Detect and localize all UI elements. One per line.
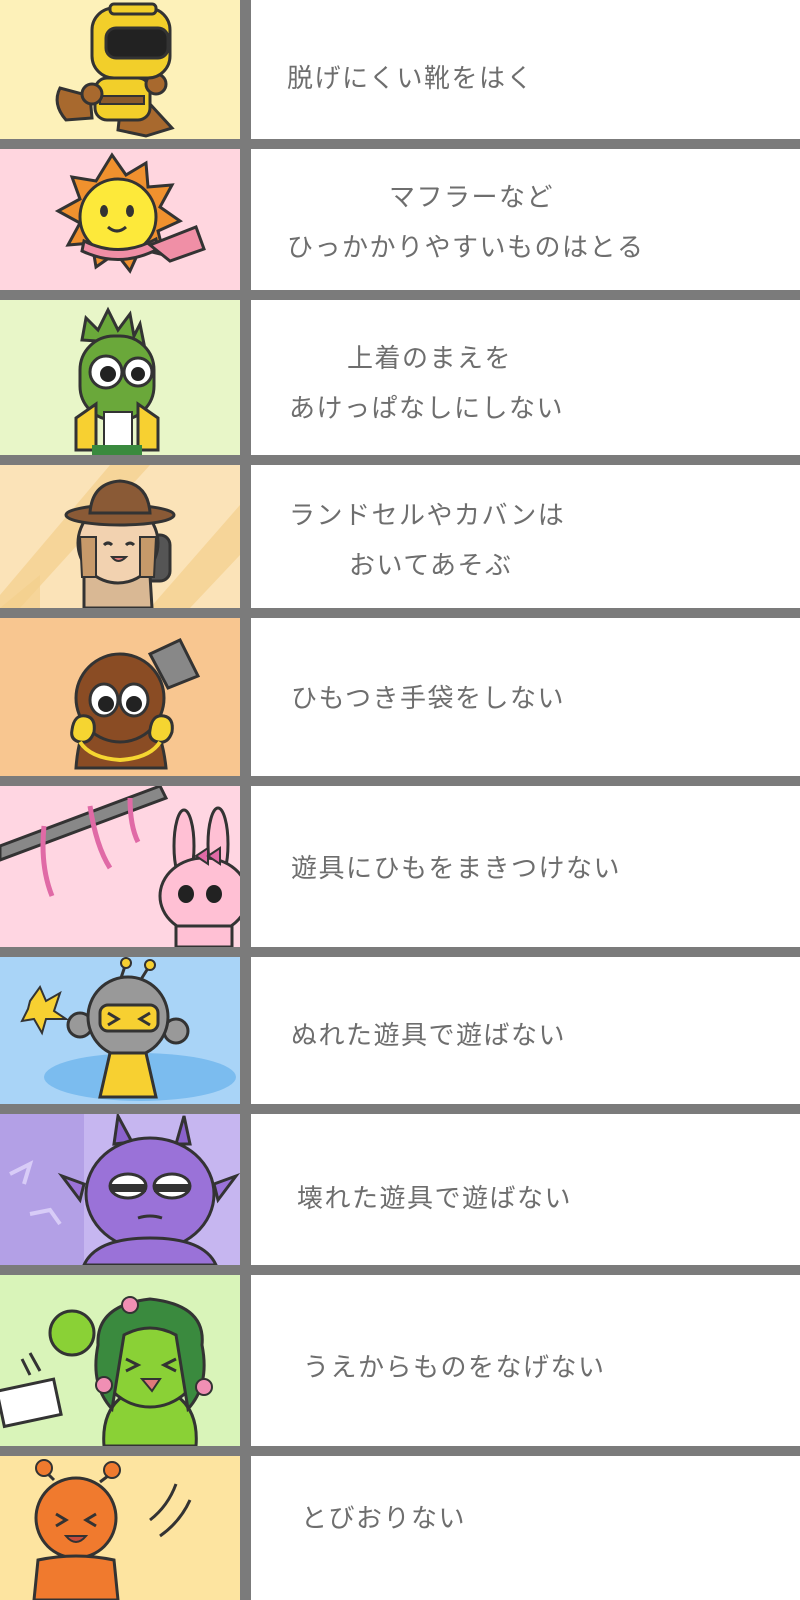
- rule-row-3: 上着のまえを あけっぱなしにしない: [0, 300, 800, 455]
- green-spiky-character-icon: [74, 306, 160, 455]
- rule-8-line-1: 壊れた遊具で遊ばない: [297, 1184, 573, 1214]
- rule-9-text-panel: うえからものをなげない: [251, 1275, 800, 1446]
- rule-4-text-panel: ランドセルやカバンは おいてあそぶ: [251, 465, 800, 608]
- rule-4-line-1: ランドセルやカバンは: [289, 501, 566, 531]
- rule-7-line-1: ぬれた遊具で遊ばない: [291, 1021, 567, 1051]
- rule-3-picture: [0, 300, 240, 455]
- rule-10-text-panel: とびおりない: [251, 1456, 800, 1600]
- rule-10-line-1: とびおりない: [301, 1504, 467, 1534]
- rule-row-1: 脱げにくい靴をはく: [0, 0, 800, 139]
- orange-jumping-character-icon: [32, 1459, 192, 1600]
- rule-6-text-panel: 遊具にひもをまきつけない: [251, 786, 800, 947]
- rule-3-text-panel: 上着のまえを あけっぱなしにしない: [251, 300, 800, 455]
- rule-4-line-2: おいてあそぶ: [349, 551, 513, 581]
- rule-5-line-1: ひもつき手袋をしない: [291, 684, 565, 714]
- rule-row-4: ランドセルやカバンは おいてあそぶ: [0, 465, 800, 608]
- rule-7-text-panel: ぬれた遊具で遊ばない: [251, 957, 800, 1104]
- rule-1-text-panel: 脱げにくい靴をはく: [251, 0, 800, 139]
- rule-2-picture: [0, 149, 240, 290]
- rule-1-line-1: 脱げにくい靴をはく: [287, 64, 534, 94]
- rule-row-9: うえからものをなげない: [0, 1275, 800, 1446]
- rule-3-line-1: 上着のまえを: [347, 344, 513, 374]
- rule-2-text-panel: マフラーなど ひっかかりやすいものはとる: [251, 149, 800, 290]
- rule-9-picture: [0, 1275, 240, 1446]
- rule-4-picture: [0, 465, 240, 608]
- rule-2-line-2: ひっかかりやすいものはとる: [287, 233, 645, 263]
- rule-row-5: ひもつき手袋をしない: [0, 618, 800, 776]
- rule-6-picture: [0, 786, 240, 947]
- hat-child-with-backpack-icon: [0, 465, 240, 608]
- purple-horned-character-icon: [0, 1114, 240, 1265]
- brown-character-with-gloves-icon: [70, 638, 201, 770]
- rule-8-picture: [0, 1114, 240, 1265]
- rule-10-picture: [0, 1456, 240, 1600]
- rule-row-7: ぬれた遊具で遊ばない: [0, 957, 800, 1104]
- rule-row-10: とびおりない: [0, 1456, 800, 1600]
- rule-3-line-2: あけっぱなしにしない: [289, 394, 565, 424]
- rule-1-picture: [0, 0, 240, 139]
- rule-row-2: マフラーなど ひっかかりやすいものはとる: [0, 149, 800, 290]
- rule-5-picture: [0, 618, 240, 776]
- yellow-helmet-robot-icon: [55, 2, 175, 138]
- rule-5-text-panel: ひもつき手袋をしない: [251, 618, 800, 776]
- rule-row-6: 遊具にひもをまきつけない: [0, 786, 800, 947]
- rule-6-line-1: 遊具にひもをまきつけない: [291, 854, 622, 884]
- sun-with-scarf-icon: [54, 152, 206, 274]
- rule-8-text-panel: 壊れた遊具で遊ばない: [251, 1114, 800, 1265]
- robot-slipping-icon: [20, 957, 236, 1101]
- green-flower-character-icon: [0, 1296, 213, 1446]
- rule-7-picture: [0, 957, 240, 1104]
- rule-row-8: 壊れた遊具で遊ばない: [0, 1114, 800, 1265]
- rule-9-line-1: うえからものをなげない: [303, 1353, 606, 1383]
- rule-2-line-1: マフラーなど: [389, 183, 555, 213]
- pink-rabbit-icon: [0, 786, 240, 947]
